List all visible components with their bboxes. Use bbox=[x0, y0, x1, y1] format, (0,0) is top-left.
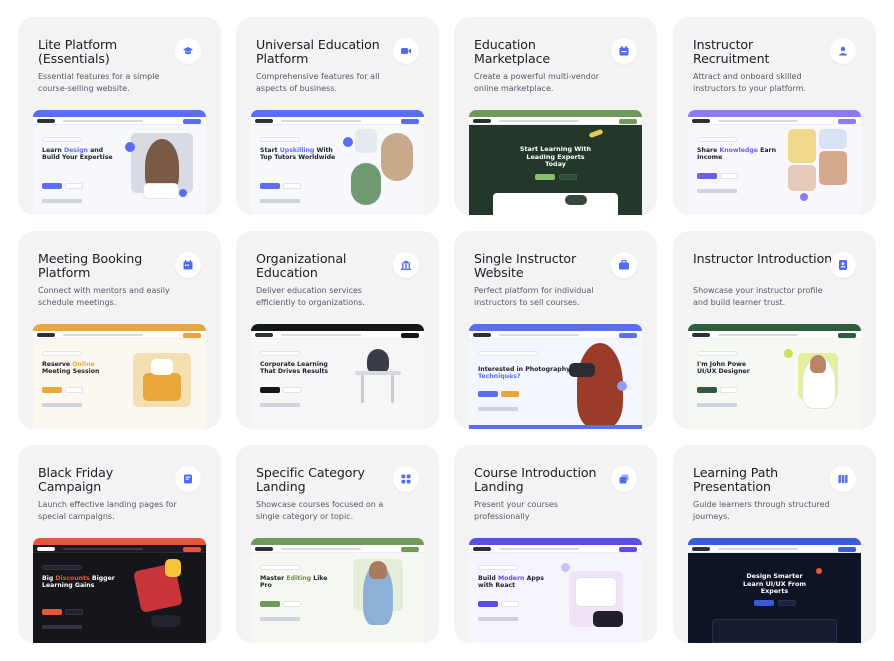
layers-icon bbox=[611, 466, 637, 492]
template-card-specific-category[interactable]: Specific Category Landing Showcase cours… bbox=[236, 445, 439, 643]
template-preview: Learn Design and Build Your Expertise bbox=[33, 110, 206, 215]
card-description: Attract and onboard skilled instructors … bbox=[693, 72, 807, 93]
template-preview: Interested in Photography Techniques? bbox=[469, 324, 642, 429]
template-card-organizational-education[interactable]: Organizational Education Deliver educati… bbox=[236, 231, 439, 429]
graduation-cap-icon bbox=[175, 38, 201, 64]
building-icon bbox=[393, 252, 419, 278]
card-description: Comprehensive features for all aspects o… bbox=[256, 72, 380, 93]
template-preview: Build Modern Apps with React bbox=[469, 538, 642, 643]
card-description: Showcase your instructor profile and bui… bbox=[693, 286, 823, 307]
preview-headline: Interested in Photography Techniques? bbox=[478, 366, 571, 380]
template-preview: Start Upskilling With Top Tutors Worldwi… bbox=[251, 110, 424, 215]
calendar-icon bbox=[175, 252, 201, 278]
card-title: Single Instructor Website bbox=[474, 251, 577, 280]
card-title: Education Marketplace bbox=[474, 37, 551, 66]
card-title: Organizational Education bbox=[256, 251, 347, 280]
template-card-course-introduction[interactable]: Course Introduction Landing Present your… bbox=[454, 445, 657, 643]
preview-headline: Master Editing Like Pro bbox=[260, 575, 328, 589]
template-preview: I'm John Powe UI/UX Designer bbox=[688, 324, 861, 429]
card-description: Create a powerful multi-vendor online ma… bbox=[474, 72, 600, 93]
card-description: Present your courses professionally bbox=[474, 500, 558, 521]
preview-headline: Build Modern Apps with React bbox=[478, 575, 544, 589]
template-card-single-instructor[interactable]: Single Instructor Website Perfect platfo… bbox=[454, 231, 657, 429]
preview-headline: Start Learning With Leading Experts Toda… bbox=[519, 145, 592, 168]
template-preview: Design Smarter Learn UI/UX From Experts bbox=[688, 538, 861, 643]
template-card-learning-path[interactable]: Learning Path Presentation Guide learner… bbox=[673, 445, 876, 643]
preview-headline: Learn Design and Build Your Expertise bbox=[42, 147, 113, 161]
tag-icon bbox=[175, 466, 201, 492]
card-title: Specific Category Landing bbox=[256, 465, 365, 494]
template-card-lite-platform[interactable]: Lite Platform (Essentials) Essential fea… bbox=[18, 17, 221, 215]
card-description: Guide learners through structured journe… bbox=[693, 500, 830, 521]
template-card-instructor-recruitment[interactable]: Instructor Recruitment Attract and onboa… bbox=[673, 17, 876, 215]
preview-headline: Big Discounts Bigger Learning Gains bbox=[42, 575, 115, 589]
preview-headline: Corporate Learning That Drives Results bbox=[260, 361, 329, 375]
preview-headline: Start Upskilling With Top Tutors Worldwi… bbox=[260, 147, 336, 161]
template-card-meeting-booking[interactable]: Meeting Booking Platform Connect with me… bbox=[18, 231, 221, 429]
card-title: Lite Platform (Essentials) bbox=[38, 37, 118, 66]
template-card-instructor-introduction[interactable]: Instructor Introduction Showcase your in… bbox=[673, 231, 876, 429]
template-card-education-marketplace[interactable]: Education Marketplace Create a powerful … bbox=[454, 17, 657, 215]
card-title: Learning Path Presentation bbox=[693, 465, 779, 494]
preview-headline: I'm John Powe UI/UX Designer bbox=[697, 361, 750, 375]
card-title: Universal Education Platform bbox=[256, 37, 380, 66]
card-description: Perfect platform for individual instruct… bbox=[474, 286, 594, 307]
card-description: Connect with mentors and easily schedule… bbox=[38, 286, 170, 307]
preview-headline: Share Knowledge Earn Income bbox=[697, 147, 777, 161]
video-icon bbox=[393, 38, 419, 64]
briefcase-icon bbox=[611, 252, 637, 278]
template-preview: Big Discounts Bigger Learning Gains bbox=[33, 538, 206, 643]
card-title: Meeting Booking Platform bbox=[38, 251, 143, 280]
card-description: Essential features for a simple course-s… bbox=[38, 72, 160, 93]
card-title: Black Friday Campaign bbox=[38, 465, 114, 494]
template-preview: Reserve Online Meeting Session bbox=[33, 324, 206, 429]
template-card-universal-education[interactable]: Universal Education Platform Comprehensi… bbox=[236, 17, 439, 215]
card-description: Deliver education services efficiently t… bbox=[256, 286, 365, 307]
template-preview: Start Learning With Leading Experts Toda… bbox=[469, 110, 642, 215]
map-icon bbox=[830, 466, 856, 492]
template-preview: Corporate Learning That Drives Results bbox=[251, 324, 424, 429]
template-card-black-friday[interactable]: Black Friday Campaign Launch effective l… bbox=[18, 445, 221, 643]
grid-icon bbox=[393, 466, 419, 492]
calendar-store-icon bbox=[611, 38, 637, 64]
id-card-icon bbox=[830, 252, 856, 278]
template-preview: Share Knowledge Earn Income bbox=[688, 110, 861, 215]
user-icon bbox=[830, 38, 856, 64]
card-description: Launch effective landing pages for speci… bbox=[38, 500, 177, 521]
preview-headline: Reserve Online Meeting Session bbox=[42, 361, 100, 375]
card-title: Instructor Introduction bbox=[693, 251, 833, 266]
card-description: Showcase courses focused on a single cat… bbox=[256, 500, 384, 521]
card-title: Course Introduction Landing bbox=[474, 465, 597, 494]
card-title: Instructor Recruitment bbox=[693, 37, 770, 66]
template-preview: Master Editing Like Pro bbox=[251, 538, 424, 643]
preview-headline: Design Smarter Learn UI/UX From Experts bbox=[742, 572, 807, 595]
template-grid: Lite Platform (Essentials) Essential fea… bbox=[18, 17, 876, 643]
